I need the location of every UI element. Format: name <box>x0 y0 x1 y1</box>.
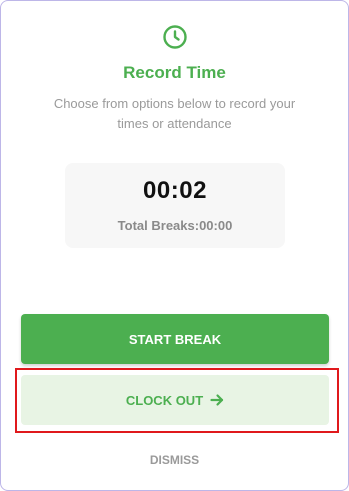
dismiss-button[interactable]: DISMISS <box>1 453 348 467</box>
dialog-title: Record Time <box>123 63 226 82</box>
start-break-label: START BREAK <box>128 331 222 347</box>
start-break-button[interactable]: START BREAK <box>21 314 329 364</box>
timer-panel: 00:02 Total Breaks:00:00 <box>65 163 285 248</box>
clock-icon <box>163 25 187 49</box>
total-breaks: Total Breaks:00:00 <box>117 218 233 233</box>
elapsed-time: 00:02 <box>143 177 207 204</box>
dialog-subtitle: Choose from options below to record your… <box>53 96 296 131</box>
highlight-box <box>15 368 339 433</box>
